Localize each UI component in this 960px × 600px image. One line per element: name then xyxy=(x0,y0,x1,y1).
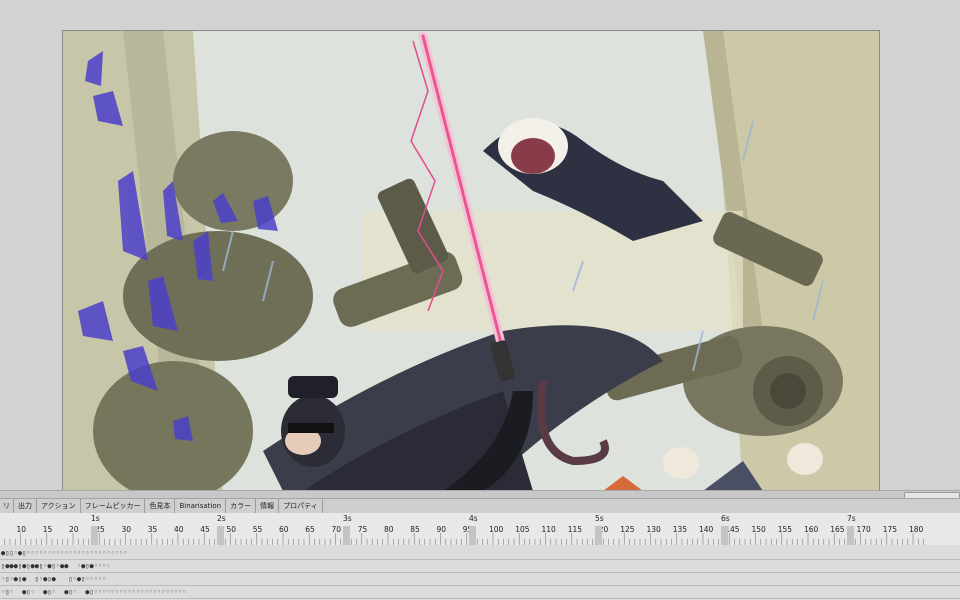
tab-color[interactable]: カラー xyxy=(226,499,257,513)
timeline-ruler[interactable]: 10 15 20 25 30 35 40 45 50 55 60 65 70 75 80 85 90 95 100 1… xyxy=(0,513,960,546)
ruler-ticks: 10 15 20 25 30 35 40 45 50 55 60 65 70 75 80 85 90 95 100 1… xyxy=(4,514,924,545)
ruler-frame-label: 80 xyxy=(384,525,394,534)
track-row[interactable]: ●▯▯◦●▯◦◦◦◦◦◦◦◦◦◦◦◦◦◦◦◦◦◦◦◦◦◦◦◦ xyxy=(0,547,960,560)
ruler-second-label: 6s xyxy=(721,514,730,523)
canvas-area xyxy=(0,0,960,491)
tab-frame-picker[interactable]: フレームピッカー xyxy=(81,499,146,513)
ruler-frame-label: 65 xyxy=(305,525,315,534)
ruler-frame-label: 155 xyxy=(778,525,793,534)
ruler-frame-label: 140 xyxy=(699,525,714,534)
ruler-frame-label: 180 xyxy=(909,525,924,534)
tab-output[interactable]: 出力 xyxy=(14,499,37,513)
timeline-tracks[interactable]: ●▯▯◦●▯◦◦◦◦◦◦◦◦◦◦◦◦◦◦◦◦◦◦◦◦◦◦◦◦ ▯●●●▯●▯●●… xyxy=(0,545,960,600)
ruler-frame-label: 20 xyxy=(69,525,79,534)
second-marker xyxy=(343,526,350,545)
ruler-frame-label: 135 xyxy=(673,525,688,534)
ruler-frame-label: 175 xyxy=(883,525,898,534)
second-marker xyxy=(217,526,224,545)
second-marker xyxy=(721,526,728,545)
second-marker xyxy=(847,526,854,545)
tab-info[interactable]: 情報 xyxy=(256,499,280,513)
ruler-frame-label: 30 xyxy=(122,525,132,534)
ruler-frame-label: 50 xyxy=(227,525,237,534)
ruler-frame-label: 45 xyxy=(200,525,210,534)
comic-artwork-image xyxy=(63,31,879,491)
ruler-frame-label: 150 xyxy=(752,525,767,534)
tab-properties[interactable]: プロパティ xyxy=(279,499,323,513)
ruler-frame-label: 40 xyxy=(174,525,184,534)
ruler-frame-label: 100 xyxy=(489,525,504,534)
ruler-frame-label: 105 xyxy=(515,525,530,534)
ruler-second-label: 5s xyxy=(595,514,604,523)
track-row[interactable]: ◦▯◦ ●▯◦ ●▯◦ ●▯◦ ●▯◦◦◦◦◦◦◦◦◦◦◦◦◦◦◦◦◦◦◦◦◦◦ xyxy=(0,586,960,599)
ruler-second-label: 3s xyxy=(343,514,352,523)
ruler-frame-label: 115 xyxy=(568,525,583,534)
ruler-frame-label: 55 xyxy=(253,525,263,534)
ruler-frame-label: 160 xyxy=(804,525,819,534)
ruler-frame-label: 130 xyxy=(647,525,662,534)
second-marker xyxy=(595,526,602,545)
tab-actions[interactable]: アクション xyxy=(37,499,81,513)
ruler-frame-label: 85 xyxy=(410,525,420,534)
tab-binarisation[interactable]: Binarisation xyxy=(175,499,227,513)
ruler-second-label: 4s xyxy=(469,514,478,523)
ruler-second-label: 7s xyxy=(847,514,856,523)
ruler-second-label: 2s xyxy=(217,514,226,523)
ruler-frame-label: 170 xyxy=(857,525,872,534)
tab-swatches[interactable]: 色見本 xyxy=(145,499,176,513)
ruler-frame-label: 15 xyxy=(43,525,53,534)
ruler-frame-label: 75 xyxy=(358,525,368,534)
ruler-frame-label: 35 xyxy=(148,525,158,534)
second-marker xyxy=(469,526,476,545)
artwork-frame[interactable] xyxy=(62,30,880,491)
ruler-frame-label: 10 xyxy=(17,525,27,534)
second-marker xyxy=(91,526,98,545)
panel-tab-bar: リ 出力 アクション フレームピッカー 色見本 Binarisation カラー… xyxy=(0,498,960,514)
ruler-frame-label: 110 xyxy=(542,525,557,534)
track-row[interactable]: ▯●●●▯●▯●●▯◦●▯◦●● ◦●▯●◦◦◦◦ xyxy=(0,560,960,573)
ruler-second-label: 1s xyxy=(91,514,100,523)
ruler-frame-label: 60 xyxy=(279,525,289,534)
ruler-frame-label: 165 xyxy=(830,525,845,534)
tab-truncated[interactable]: リ xyxy=(0,499,14,513)
ruler-frame-label: 90 xyxy=(437,525,447,534)
ruler-frame-label: 70 xyxy=(332,525,342,534)
track-row[interactable]: ◦▯◦●▯● ▯◦●▯● ▯◦●▯◦◦◦◦◦ xyxy=(0,573,960,586)
ruler-frame-label: 125 xyxy=(620,525,635,534)
